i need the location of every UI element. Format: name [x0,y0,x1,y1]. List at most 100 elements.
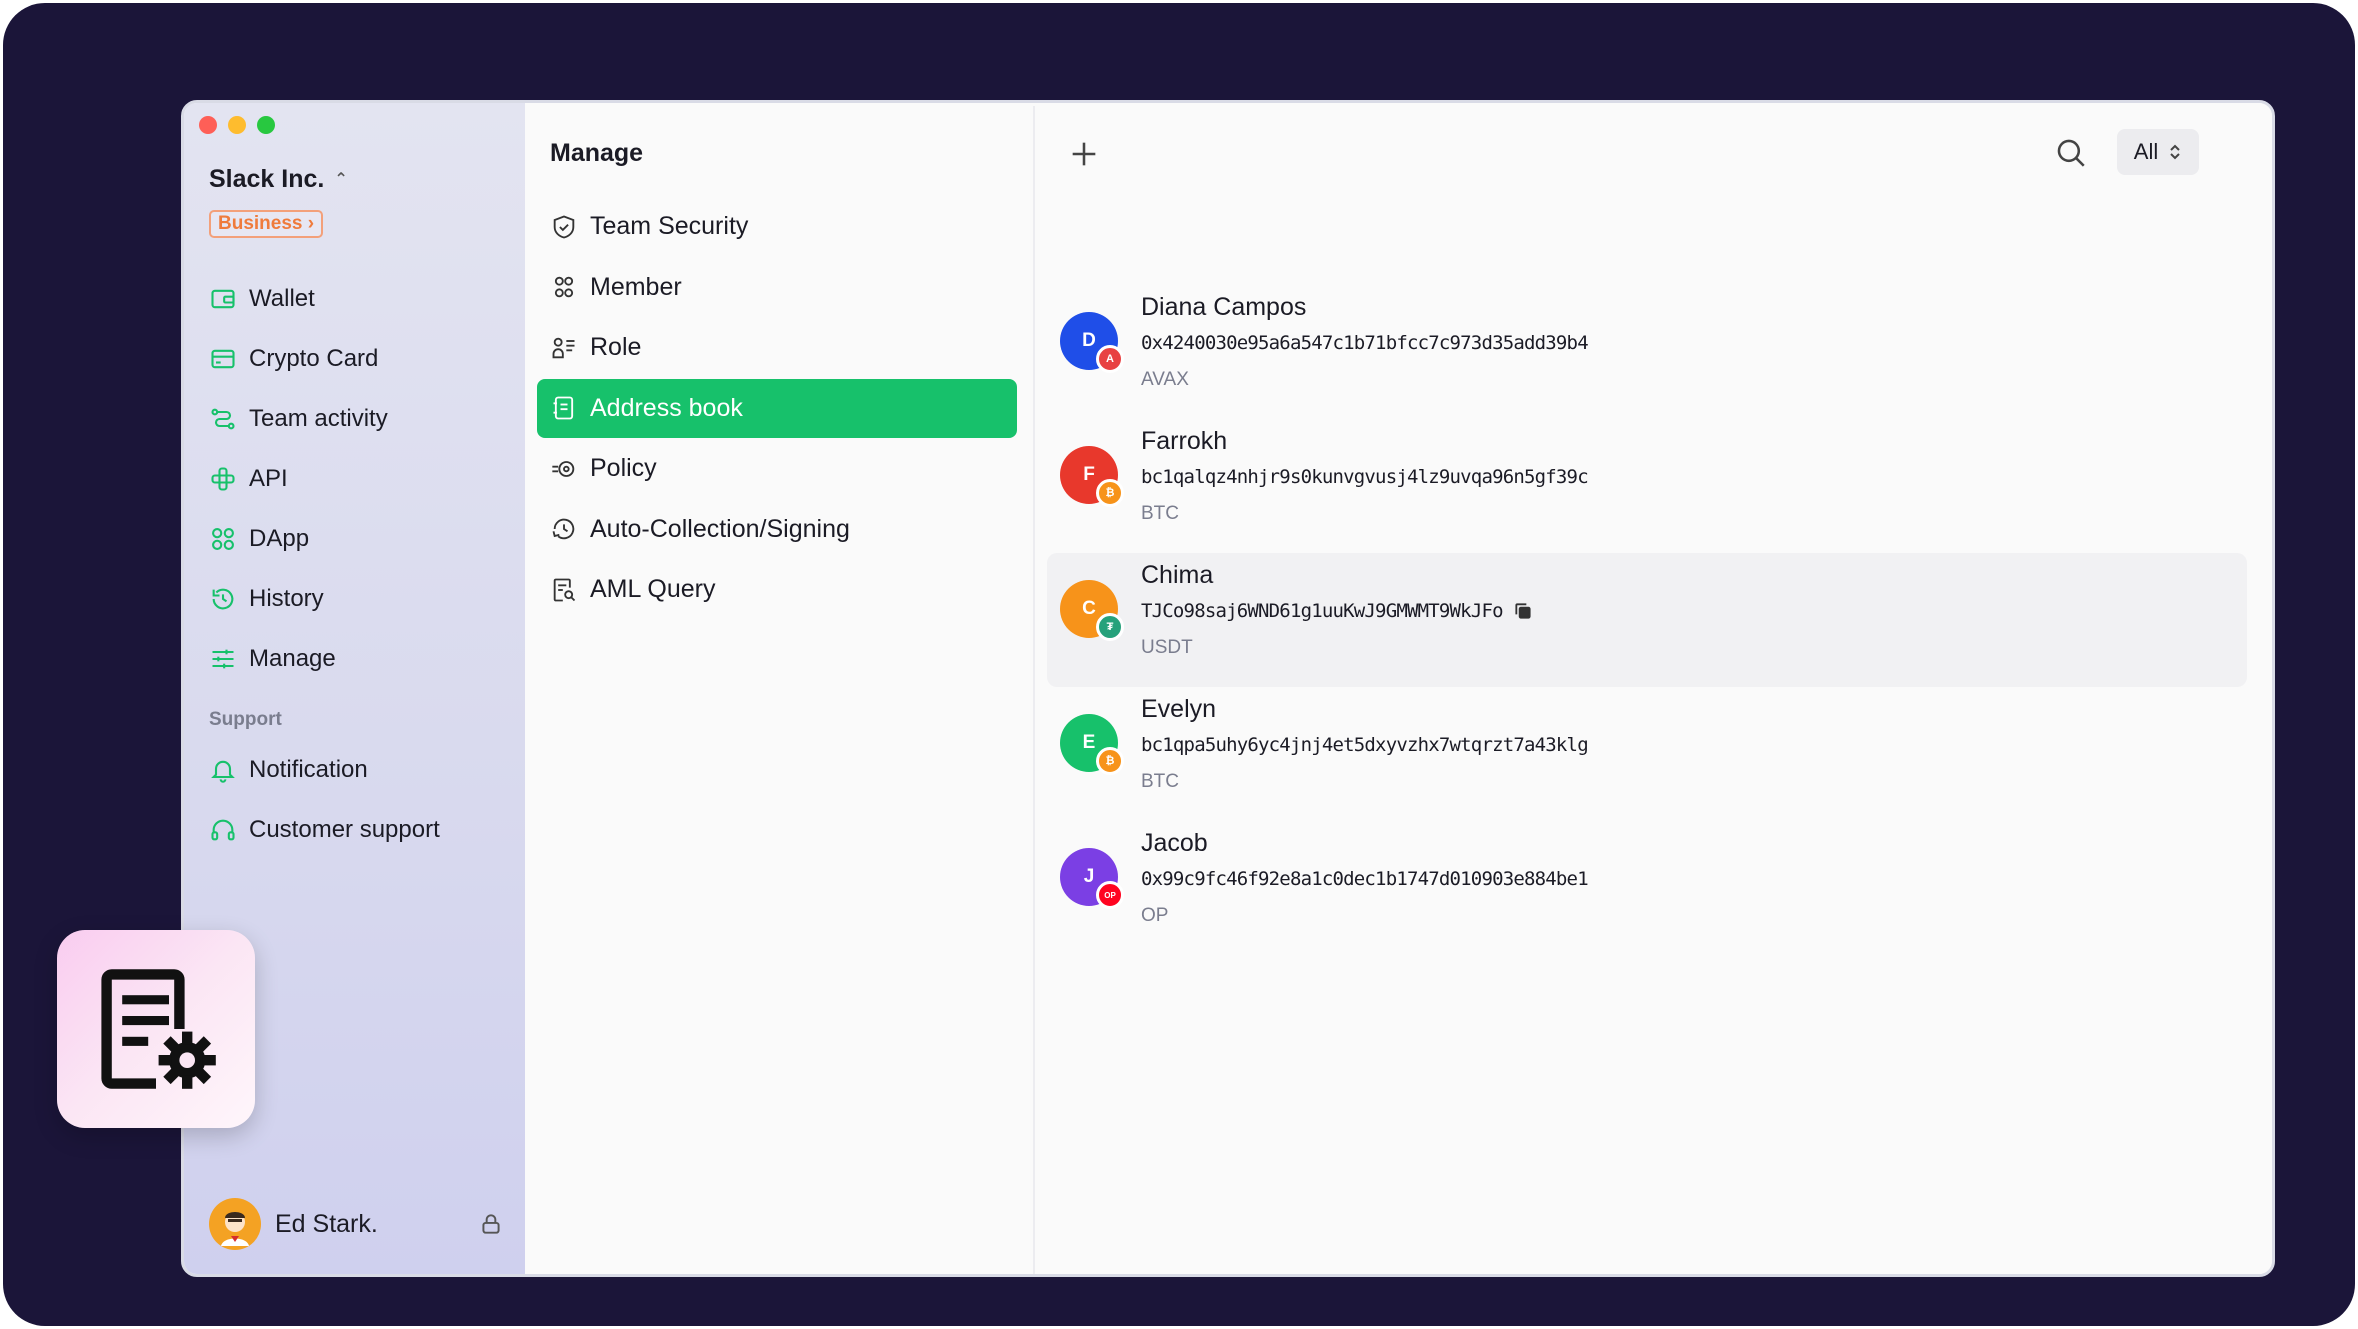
minimize-window-button[interactable] [228,116,246,134]
address-entry[interactable]: E ₿ Evelyn bc1qpa5uhy6yc4jnj4et5dxyvzhx7… [1047,687,2247,821]
optimism-icon: OP [1096,881,1124,909]
avatar [209,1198,261,1250]
manage-item-role[interactable]: Role [537,318,1017,377]
sidebar-item-label: Wallet [249,285,315,312]
usdt-icon: ₮ [1096,613,1124,641]
user-name: Ed Stark. [275,1209,378,1238]
plan-badge-label: Business › [218,213,315,234]
sidebar-item-label: Manage [249,645,336,672]
wallet-address: bc1qalqz4nhjr9s0kunvgvusj4lz9uvqa96n5gf3… [1141,466,1589,488]
close-window-button[interactable] [199,116,217,134]
address-entry[interactable]: J OP Jacob 0x99c9fc46f92e8a1c0dec1b1747d… [1047,821,2247,955]
sidebar-item-label: Customer support [249,816,440,843]
window-controls [199,116,275,134]
card-icon [211,349,235,369]
lock-icon[interactable] [478,1211,504,1237]
dapp-icon [212,528,234,550]
auto-collection-icon [552,518,575,540]
feature-badge [57,930,255,1128]
api-icon [211,467,235,491]
manage-item-label: Auto-Collection/Signing [590,514,850,543]
aml-query-icon [553,578,576,601]
network-label: AVAX [1141,369,1189,390]
chevron-updown-icon [2170,144,2180,160]
contact-name: Jacob [1141,829,1208,857]
manage-item-label: AML Query [590,575,716,603]
history-icon [212,588,234,610]
manage-item-policy[interactable]: Policy [537,439,1017,498]
filter-value: All [2133,139,2159,164]
address-entry[interactable]: C ₮ Chima TJCo98saj6WND61g1uuKwJ9GMWMT9W… [1047,553,2247,687]
app-window: Slack Inc. ⌃ Business › Wallet Crypto Ca… [181,100,2275,1277]
manage-item-label: Team Security [590,212,749,240]
manage-item-label: Member [590,272,682,301]
headset-icon [211,819,235,841]
network-label: BTC [1141,771,1179,792]
sidebar-item-customer-support[interactable]: Customer support [209,800,440,860]
background-frame: Slack Inc. ⌃ Business › Wallet Crypto Ca… [3,3,2355,1326]
network-label: OP [1141,905,1169,926]
network-label: BTC [1141,503,1179,524]
contact-name: Chima [1141,561,1214,589]
sidebar-item-label: Team activity [249,405,388,432]
contact-name: Diana Campos [1141,293,1307,321]
manage-item-address-book[interactable]: Address book [537,378,1017,438]
btc-icon: ₿ [1096,747,1124,775]
sidebar-item-history[interactable]: History [209,569,388,629]
wallet-address: 0x4240030e95a6a547c1b71bfcc7c973d35add39… [1141,332,1589,354]
network-filter-select[interactable]: All [2117,129,2199,175]
role-icon [552,337,575,358]
support-section-label: Support [209,709,282,730]
chevron-updown-icon: ⌃ [334,170,348,188]
plan-badge[interactable]: Business › [209,210,324,238]
sidebar-item-team-activity[interactable]: Team activity [209,389,388,449]
activity-icon [211,408,235,430]
network-label: USDT [1141,637,1193,658]
search-icon[interactable] [2054,136,2088,170]
sidebar-item-label: History [249,585,324,612]
manage-item-member[interactable]: Member [537,258,1017,317]
support-nav: Notification Customer support [209,740,440,860]
sidebar-item-dapp[interactable]: DApp [209,509,388,569]
shield-icon [553,215,575,238]
sidebar-item-manage[interactable]: Manage [209,629,388,689]
user-profile[interactable]: Ed Stark. [209,1197,504,1251]
manage-item-label: Role [590,333,642,361]
address-book-content: All D A Diana Campos 0x4240030e95a6a547c… [1035,103,2272,1274]
sidebar-item-crypto-card[interactable]: Crypto Card [209,329,388,389]
copy-icon[interactable] [1513,601,1533,621]
wallet-address: TJCo98saj6WND61g1uuKwJ9GMWMT9WkJFo [1141,600,1533,622]
sidebar-item-notification[interactable]: Notification [209,740,440,800]
address-book-icon [553,396,574,420]
wallet-icon [211,289,235,309]
sidebar-item-wallet[interactable]: Wallet [209,269,388,329]
manage-item-auto-collection[interactable]: Auto-Collection/Signing [537,500,1017,559]
sidebar-item-label: API [249,465,288,492]
document-settings-icon [101,969,216,1089]
address-entry[interactable]: D A Diana Campos 0x4240030e95a6a547c1b71… [1047,285,2247,419]
contact-name: Evelyn [1141,695,1217,723]
manage-item-label: Policy [590,454,657,482]
manage-item-team-security[interactable]: Team Security [537,197,1017,256]
sidebar-nav: Wallet Crypto Card Team activity API DAp… [209,269,388,689]
sidebar-item-label: Crypto Card [249,345,379,372]
btc-icon: ₿ [1096,479,1124,507]
wallet-address: bc1qpa5uhy6yc4jnj4et5dxyvzhx7wtqrzt7a43k… [1141,734,1589,756]
manage-item-label: Address book [590,393,743,422]
members-icon [554,276,574,298]
manage-item-aml-query[interactable]: AML Query [537,560,1017,619]
manage-title: Manage [550,139,644,167]
maximize-window-button[interactable] [257,116,275,134]
sliders-icon [212,649,234,669]
policy-icon [552,460,575,477]
bell-icon [211,760,235,783]
address-entry[interactable]: F ₿ Farrokh bc1qalqz4nhjr9s0kunvgvusj4lz… [1047,419,2247,553]
address-list: D A Diana Campos 0x4240030e95a6a547c1b71… [1047,285,2247,955]
org-name: Slack Inc. [209,165,325,193]
sidebar-item-label: Notification [249,756,368,783]
sidebar-item-api[interactable]: API [209,449,388,509]
manage-panel: Manage Team Security Member Role Address… [525,106,1035,1274]
add-icon[interactable] [1067,137,1101,171]
wallet-address: 0x99c9fc46f92e8a1c0dec1b1747d010903e884b… [1141,868,1589,890]
org-switcher[interactable]: Slack Inc. ⌃ [209,165,348,194]
